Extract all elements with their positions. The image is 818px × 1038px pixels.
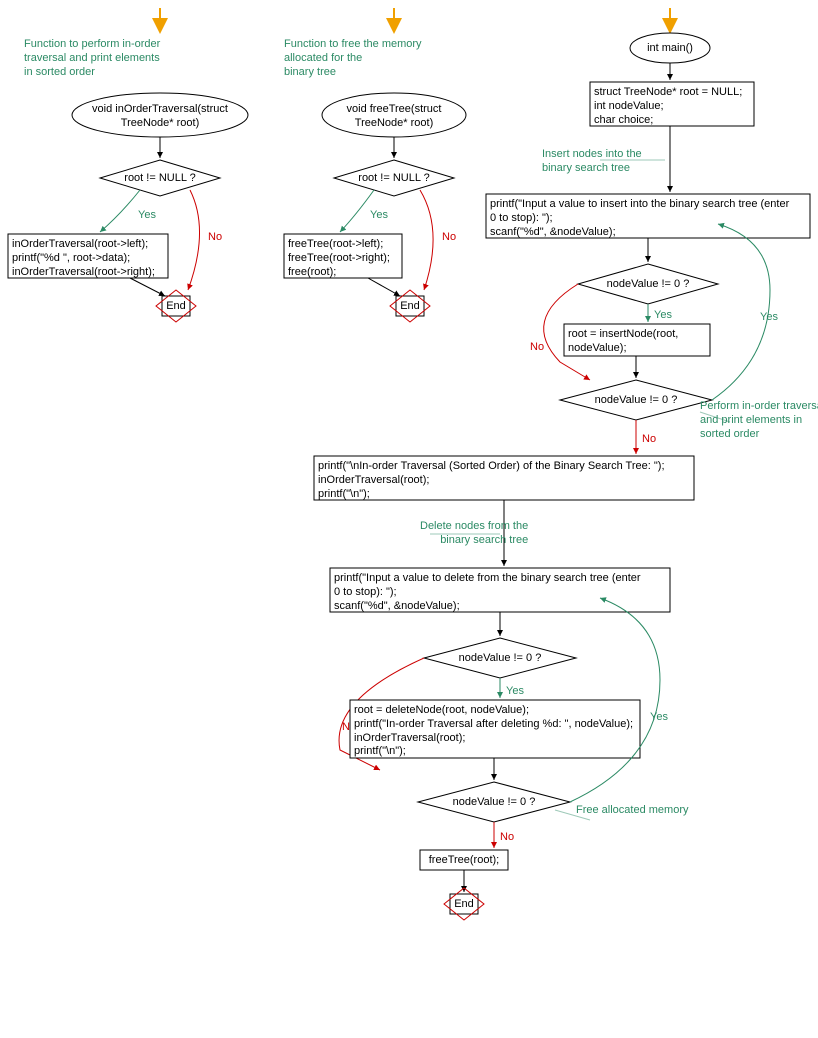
yes-label: Yes	[138, 209, 156, 221]
no-label: No	[208, 231, 222, 243]
flowchart-canvas: Yes No Yes No Yes No Yes No Yes No Yes N…	[0, 0, 818, 1038]
yes-label: Yes	[654, 309, 672, 321]
no-label: No	[642, 433, 656, 445]
cond3-label: nodeValue != 0 ?	[450, 652, 550, 666]
comment-traverse: Perform in-order traversal and print ele…	[700, 400, 818, 441]
yes-label: Yes	[760, 311, 778, 323]
edge-no	[420, 190, 433, 290]
free-label: freeTree(root);	[420, 854, 508, 868]
edge-no	[188, 190, 200, 290]
cond4-label: nodeValue != 0 ?	[444, 796, 544, 810]
init-label: struct TreeNode* root = NULL; int nodeVa…	[594, 86, 742, 127]
prompt-delete-label: printf("Input a value to delete from the…	[334, 572, 641, 613]
end-label-main: End	[452, 898, 476, 912]
yes-label: Yes	[370, 209, 388, 221]
comment-delete: Delete nodes from the binary search tree	[420, 520, 528, 548]
delete-label: root = deleteNode(root, nodeValue); prin…	[354, 704, 633, 759]
edge-yes	[340, 190, 374, 232]
edge	[368, 278, 400, 296]
traverse-label: printf("\nIn-order Traversal (Sorted Ord…	[318, 460, 665, 501]
body-label-inorder: inOrderTraversal(root->left); printf("%d…	[12, 238, 155, 279]
insert-label: root = insertNode(root, nodeValue);	[568, 328, 678, 356]
body-label-freetree: freeTree(root->left); freeTree(root->rig…	[288, 238, 390, 279]
no-label: No	[500, 831, 514, 843]
prompt-insert-label: printf("Input a value to insert into the…	[490, 198, 789, 239]
yes-label: Yes	[650, 711, 668, 723]
no-label: No	[442, 231, 456, 243]
comment-freemem: Free allocated memory	[576, 804, 689, 818]
cond-label-inorder: root != NULL ?	[120, 172, 200, 186]
no-label: No	[530, 341, 544, 353]
start-label-freetree: void freeTree(struct TreeNode* root)	[334, 103, 454, 131]
yes-label: Yes	[506, 685, 524, 697]
comment-insert: Insert nodes into the binary search tree	[542, 148, 642, 176]
cond2-label: nodeValue != 0 ?	[586, 394, 686, 408]
comment-inorder: Function to perform in-order traversal a…	[24, 38, 160, 79]
start-label-main: int main()	[642, 42, 698, 56]
end-label-inorder: End	[164, 300, 188, 314]
start-label-inorder: void inOrderTraversal(struct TreeNode* r…	[86, 103, 234, 131]
end-label-freetree: End	[398, 300, 422, 314]
edge-yes	[100, 190, 140, 232]
cond1-label: nodeValue != 0 ?	[598, 278, 698, 292]
comment-freetree: Function to free the memory allocated fo…	[284, 38, 422, 79]
cond-label-freetree: root != NULL ?	[354, 172, 434, 186]
edge	[130, 278, 165, 296]
